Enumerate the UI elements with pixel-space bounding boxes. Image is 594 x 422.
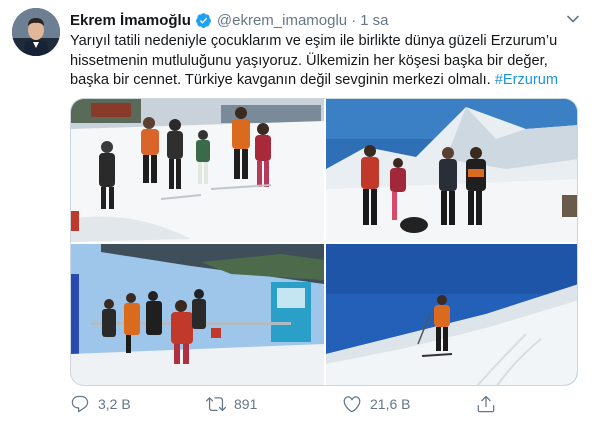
hashtag-link[interactable]: #Erzurum [495, 72, 558, 88]
reply-button[interactable]: 3,2 B [70, 392, 131, 416]
chevron-down-icon[interactable] [566, 12, 580, 26]
verified-badge-icon [195, 12, 212, 29]
tweet-text: Yarıyıl tatili nedeniyle çocuklarım ve e… [70, 32, 580, 91]
retweet-icon [206, 397, 226, 412]
tweet-timestamp[interactable]: 1 sa [360, 12, 388, 29]
user-handle[interactable]: @ekrem_imamoglu [217, 12, 347, 29]
tweet-actions: 3,2 B 891 21,6 B [70, 392, 570, 416]
reply-count: 3,2 B [98, 396, 131, 412]
display-name[interactable]: Ekrem İmamoğlu [70, 12, 191, 29]
tweet-text-line: hissetmenin mutluluğunu yaşıyoruz. Ülkem… [70, 52, 548, 69]
retweet-button[interactable]: 891 [206, 392, 257, 416]
tweet-header: Ekrem İmamoğlu @ekrem_imamoglu · 1 sa [70, 10, 580, 30]
photo-family-ski-slope[interactable] [71, 99, 324, 242]
heart-icon [343, 396, 361, 413]
photo-lone-skier[interactable] [326, 244, 577, 385]
separator-dot: · [351, 11, 357, 29]
photo-group-mountains[interactable] [326, 99, 577, 242]
tweet-text-line: Yarıyıl tatili nedeniyle çocuklarım ve e… [70, 33, 558, 49]
avatar[interactable] [12, 8, 60, 56]
reply-icon [71, 395, 89, 413]
tweet-text-segment: başka bir cennet. Türkiye kavganın değil… [70, 72, 491, 88]
photo-ski-lift-station[interactable] [71, 244, 324, 385]
tweet-text-line: başka bir cennet. Türkiye kavganın değil… [70, 71, 580, 91]
share-button[interactable] [476, 392, 504, 416]
share-icon [477, 395, 495, 413]
like-button[interactable]: 21,6 B [342, 392, 410, 416]
retweet-count: 891 [234, 396, 258, 412]
like-count: 21,6 B [370, 396, 411, 412]
media-grid [70, 98, 578, 386]
